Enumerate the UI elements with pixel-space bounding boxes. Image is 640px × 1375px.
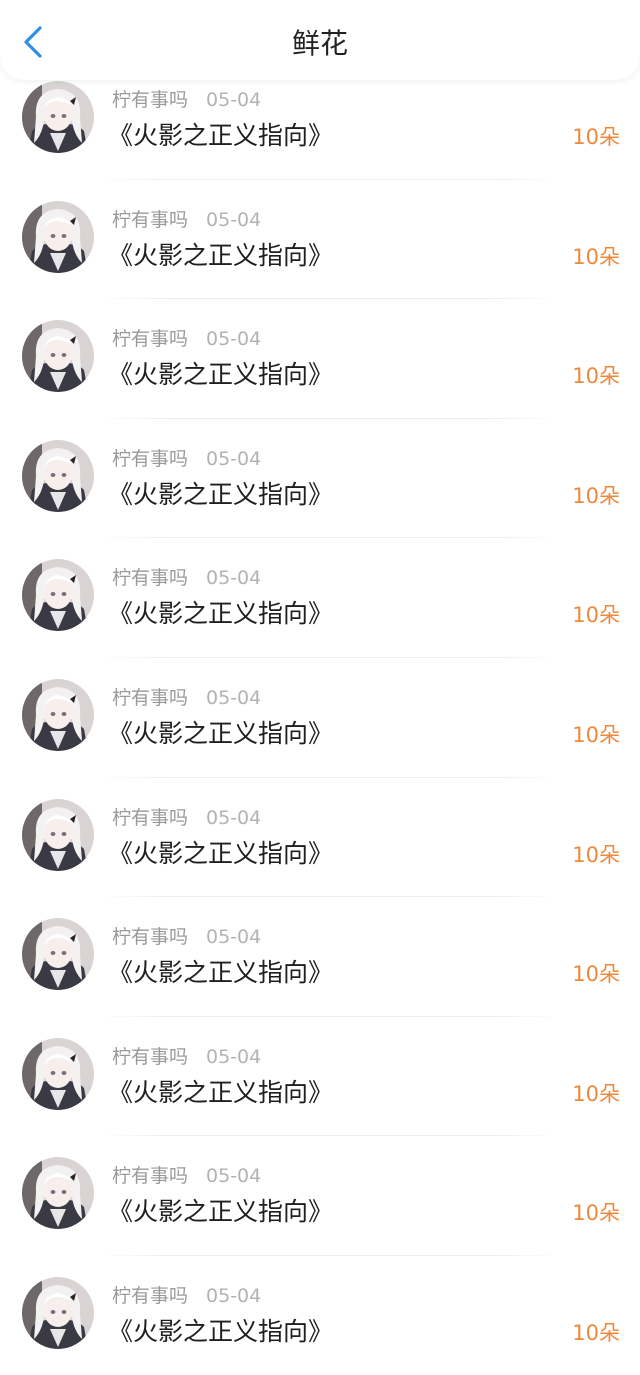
flower-count: 10朵 — [572, 962, 620, 987]
flower-record-row[interactable]: 柠有事吗 05-04 《火影之正义指向》 10朵 — [0, 658, 640, 778]
record-date: 05-04 — [206, 1045, 262, 1068]
user-name[interactable]: 柠有事吗 — [112, 1165, 188, 1187]
record-meta: 柠有事吗 05-04 — [112, 447, 261, 471]
flower-record-row[interactable]: 柠有事吗 05-04 《火影之正义指向》 10朵 — [0, 1136, 640, 1256]
flower-record-list: 柠有事吗 05-04 《火影之正义指向》 10朵 柠有事吗 05-04 《火影之… — [0, 60, 640, 1375]
flower-count: 10朵 — [572, 1081, 620, 1106]
avatar[interactable] — [22, 678, 94, 751]
flower-record-row[interactable]: 柠有事吗 05-04 《火影之正义指向》 10朵 — [0, 778, 640, 898]
record-meta: 柠有事吗 05-04 — [112, 1164, 261, 1188]
flower-count: 10朵 — [572, 603, 620, 628]
record-date: 05-04 — [206, 926, 262, 949]
user-name[interactable]: 柠有事吗 — [112, 209, 188, 231]
book-title[interactable]: 《火影之正义指向》 — [108, 1194, 333, 1230]
flower-record-row[interactable]: 柠有事吗 05-04 《火影之正义指向》 10朵 — [0, 897, 640, 1017]
avatar[interactable] — [22, 200, 94, 273]
avatar[interactable] — [22, 559, 94, 632]
user-name[interactable]: 柠有事吗 — [112, 807, 188, 829]
record-meta: 柠有事吗 05-04 — [112, 327, 261, 351]
record-date: 05-04 — [206, 89, 262, 111]
user-name[interactable]: 柠有事吗 — [112, 567, 188, 589]
record-meta: 柠有事吗 05-04 — [112, 925, 261, 949]
flower-count: 10朵 — [572, 244, 620, 269]
record-meta: 柠有事吗 05-04 — [112, 208, 261, 232]
book-title[interactable]: 《火影之正义指向》 — [108, 1314, 333, 1350]
record-meta: 柠有事吗 05-04 — [112, 1284, 261, 1308]
record-date: 05-04 — [206, 447, 262, 470]
book-title[interactable]: 《火影之正义指向》 — [108, 238, 333, 274]
book-title[interactable]: 《火影之正义指向》 — [108, 716, 333, 752]
flower-record-row[interactable]: 柠有事吗 05-04 《火影之正义指向》 10朵 — [0, 419, 640, 539]
avatar[interactable] — [22, 1276, 94, 1349]
page-title: 鲜花 — [291, 27, 348, 60]
record-meta: 柠有事吗 05-04 — [112, 1045, 261, 1069]
avatar[interactable] — [22, 439, 94, 512]
avatar[interactable] — [22, 81, 94, 153]
book-title[interactable]: 《火影之正义指向》 — [108, 955, 333, 991]
record-date: 05-04 — [206, 567, 262, 590]
user-name[interactable]: 柠有事吗 — [112, 926, 188, 948]
record-date: 05-04 — [206, 328, 262, 351]
flower-record-row[interactable]: 柠有事吗 05-04 《火影之正义指向》 10朵 — [0, 1256, 640, 1375]
user-name[interactable]: 柠有事吗 — [112, 687, 188, 709]
flower-records-page: 鲜花 柠有事吗 05-04 《火影之正义指向》 10朵 柠有事吗 05-04 《… — [0, 0, 640, 1375]
record-date: 05-04 — [206, 1284, 262, 1307]
record-date: 05-04 — [206, 806, 262, 829]
flower-count: 10朵 — [572, 125, 620, 149]
book-title[interactable]: 《火影之正义指向》 — [108, 118, 333, 154]
avatar[interactable] — [22, 320, 94, 393]
book-title[interactable]: 《火影之正义指向》 — [108, 1075, 333, 1111]
record-meta: 柠有事吗 05-04 — [112, 686, 261, 710]
avatar[interactable] — [22, 918, 94, 991]
record-meta: 柠有事吗 05-04 — [112, 566, 261, 590]
flower-record-row[interactable]: 柠有事吗 05-04 《火影之正义指向》 10朵 — [0, 1017, 640, 1137]
avatar[interactable] — [22, 1157, 94, 1230]
book-title[interactable]: 《火影之正义指向》 — [108, 836, 333, 872]
flower-count: 10朵 — [572, 842, 620, 867]
flower-record-row[interactable]: 柠有事吗 05-04 《火影之正义指向》 10朵 — [0, 299, 640, 419]
flower-record-row[interactable]: 柠有事吗 05-04 《火影之正义指向》 10朵 — [0, 180, 640, 300]
record-meta: 柠有事吗 05-04 — [112, 806, 261, 830]
record-date: 05-04 — [206, 1165, 262, 1188]
user-name[interactable]: 柠有事吗 — [112, 89, 188, 111]
navigation-bar: 鲜花 — [0, 0, 640, 80]
book-title[interactable]: 《火影之正义指向》 — [108, 357, 333, 393]
flower-count: 10朵 — [572, 483, 620, 508]
user-name[interactable]: 柠有事吗 — [112, 328, 188, 350]
user-name[interactable]: 柠有事吗 — [112, 448, 188, 470]
flower-count: 10朵 — [572, 364, 620, 389]
record-date: 05-04 — [206, 208, 262, 231]
book-title[interactable]: 《火影之正义指向》 — [108, 596, 333, 632]
record-date: 05-04 — [206, 686, 262, 709]
avatar[interactable] — [22, 798, 94, 871]
user-name[interactable]: 柠有事吗 — [112, 1046, 188, 1068]
record-meta: 柠有事吗 05-04 — [112, 88, 261, 112]
flower-record-row[interactable]: 柠有事吗 05-04 《火影之正义指向》 10朵 — [0, 538, 640, 658]
flower-count: 10朵 — [572, 722, 620, 747]
flower-count: 10朵 — [572, 1320, 620, 1345]
book-title[interactable]: 《火影之正义指向》 — [108, 477, 333, 513]
user-name[interactable]: 柠有事吗 — [112, 1285, 188, 1307]
flower-count: 10朵 — [572, 1201, 620, 1226]
avatar[interactable] — [22, 1037, 94, 1110]
